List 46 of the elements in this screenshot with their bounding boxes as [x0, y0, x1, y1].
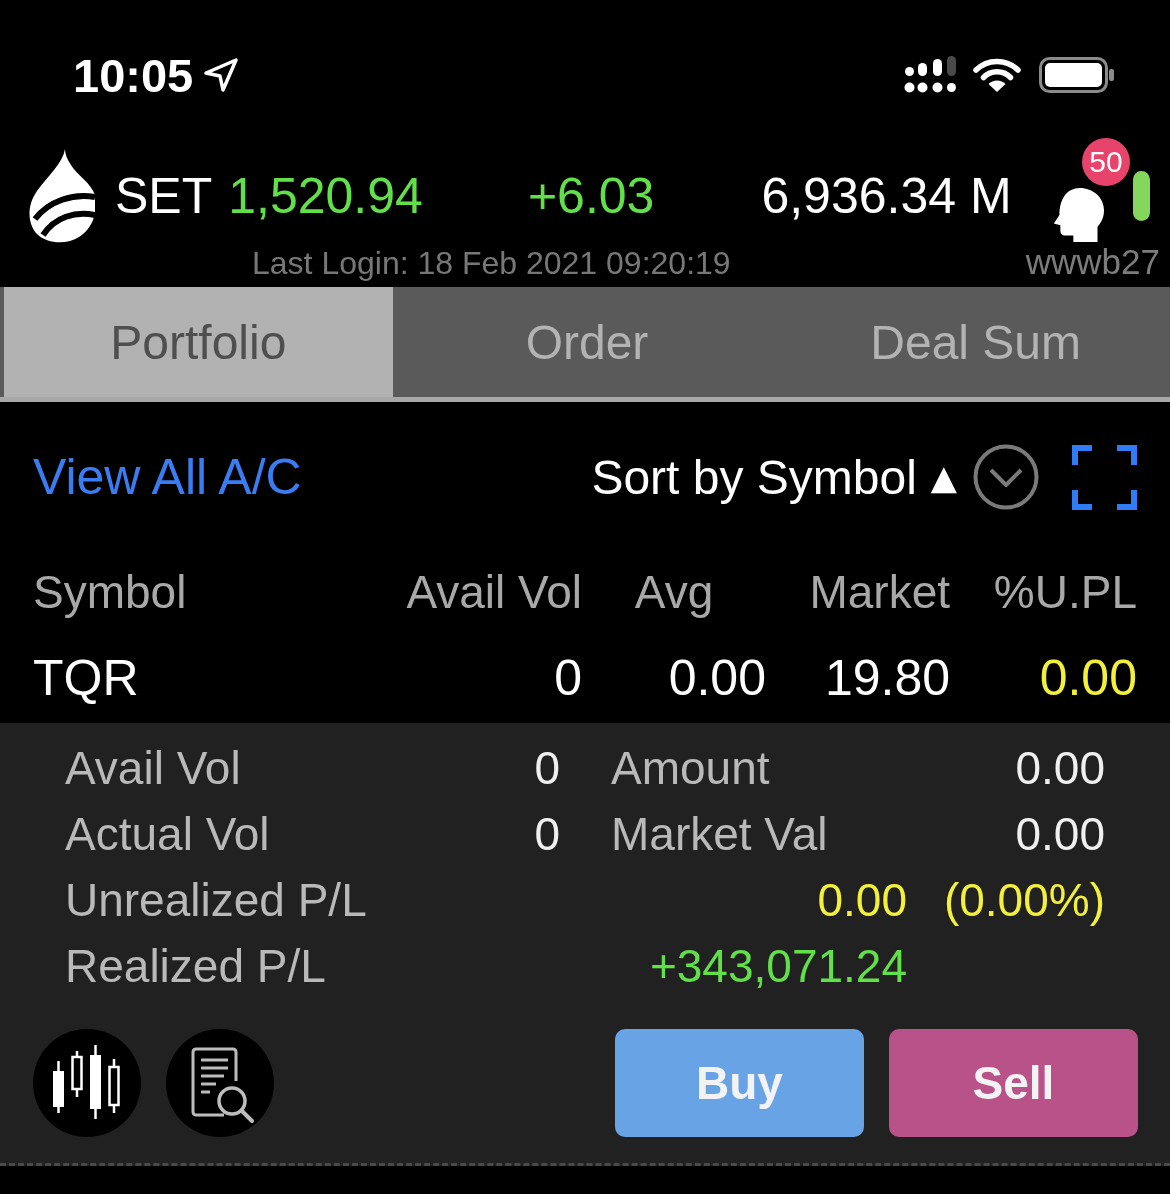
wifi-icon — [973, 57, 1021, 93]
detail-value: 0 — [534, 807, 560, 861]
detail-label: Amount — [611, 741, 770, 795]
table-cell-text: 0 — [553, 648, 582, 707]
detail-value: 0.00 — [1015, 741, 1105, 795]
index-change: +6.03 — [527, 171, 655, 221]
index-value: 1,520.94 — [228, 171, 423, 221]
location-arrow-icon — [203, 57, 240, 93]
battery-icon — [1039, 57, 1115, 93]
tab[interactable]: Portfolio — [4, 287, 393, 397]
profit-loss-value: 0.00 — [817, 873, 907, 927]
sort-arrow[interactable]: ▲ — [930, 457, 957, 497]
fullscreen-icon[interactable] — [1072, 444, 1137, 510]
detail-label: Avail Vol — [65, 741, 241, 795]
detail-value: 0.00 — [1015, 807, 1105, 861]
username: wwwb27 — [1025, 246, 1160, 278]
clock-time: 10:05 — [73, 51, 194, 99]
table-cell-text: 0.00 — [667, 648, 766, 707]
detail-label: Market Val — [611, 807, 828, 861]
buy-button[interactable]: Buy — [615, 1029, 864, 1137]
trade-volume: 6,936.34 M — [761, 171, 1012, 221]
notification-badge: 50 — [1082, 138, 1130, 186]
column-header: Symbol — [33, 565, 188, 619]
chevron-down-icon[interactable] — [973, 444, 1039, 510]
column-header: %U.PL — [992, 565, 1137, 619]
table-cell-text: TQR — [33, 648, 140, 707]
table-cell-text: 0.00 — [1038, 648, 1137, 707]
last-login-text: Last Login: 18 Feb 2021 09:20:19 — [252, 247, 731, 279]
head-silhouette-icon[interactable] — [1052, 188, 1104, 242]
view-all-accounts-link[interactable]: View All A/C — [33, 448, 302, 506]
index-name: SET — [115, 171, 213, 221]
detail-label: Actual Vol — [65, 807, 270, 861]
cellular-signal-icon — [904, 56, 956, 94]
document-search-icon[interactable] — [166, 1029, 274, 1137]
column-header: Avg — [633, 565, 715, 619]
column-header: Market — [808, 565, 950, 619]
detail-label: Realized P/L — [65, 939, 326, 993]
sort-label[interactable]: Sort by Symbol — [591, 449, 917, 505]
profit-loss-percent: (0.00%) — [943, 873, 1105, 927]
sell-button[interactable]: Sell — [889, 1029, 1138, 1137]
column-header: Avail Vol — [405, 565, 582, 619]
detail-label: Unrealized P/L — [65, 873, 367, 927]
candlestick-chart-icon[interactable] — [33, 1029, 141, 1137]
detail-value: 0 — [534, 741, 560, 795]
profit-loss-value: +343,071.24 — [649, 939, 907, 993]
table-cell-text: 19.80 — [823, 648, 950, 707]
